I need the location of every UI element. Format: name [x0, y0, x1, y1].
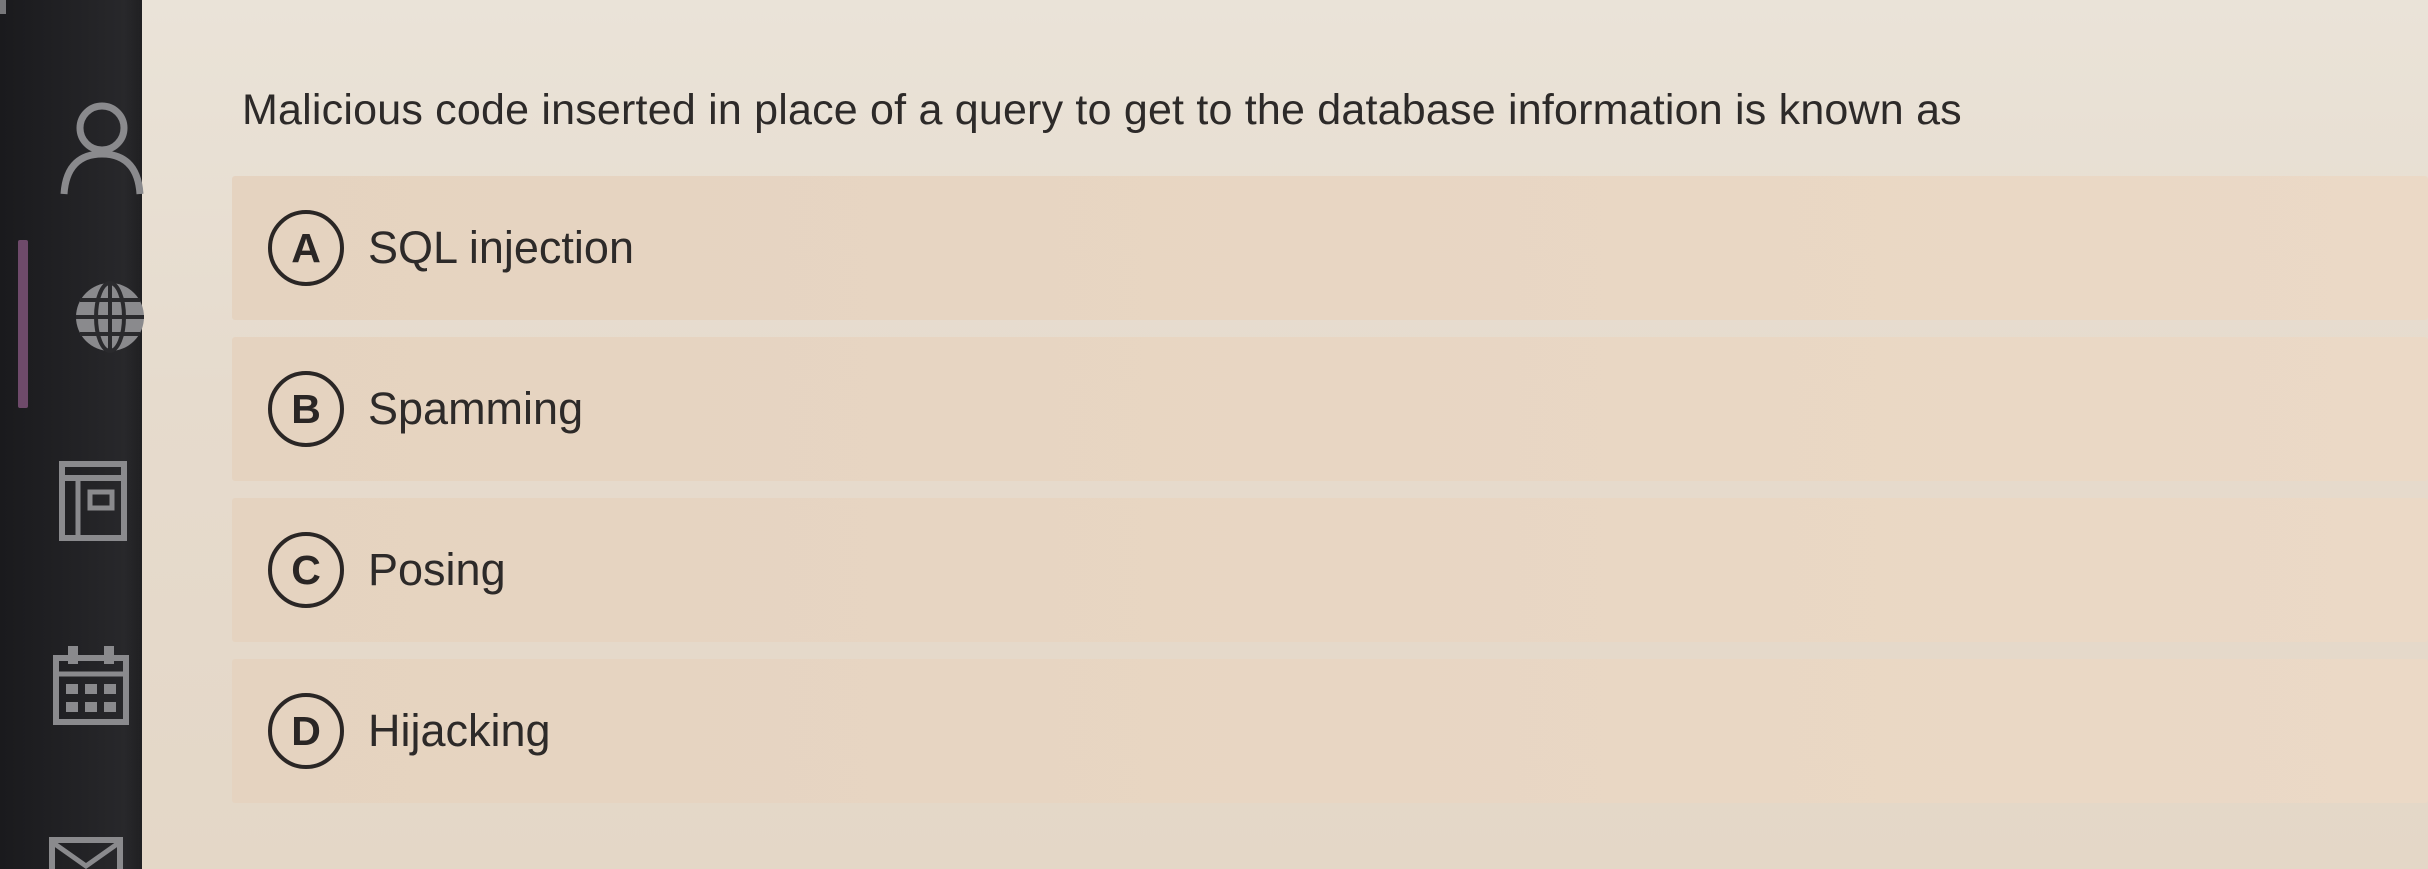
option-a[interactable]: A SQL injection	[232, 176, 2428, 320]
option-label: Posing	[368, 544, 506, 595]
option-label: Hijacking	[368, 705, 551, 756]
sidebar-item-layout[interactable]	[56, 456, 132, 546]
question-text: Malicious code inserted in place of a qu…	[242, 86, 1962, 134]
option-letter-badge: B	[268, 371, 344, 447]
sidebar-item-web[interactable]	[70, 272, 150, 362]
option-d[interactable]: D Hijacking	[232, 659, 2428, 803]
answer-options: A SQL injection B Spamming C Posing D Hi…	[232, 176, 2428, 803]
option-c[interactable]: C Posing	[232, 498, 2428, 642]
question-panel: Malicious code inserted in place of a qu…	[142, 0, 2428, 869]
sidebar-item-mail[interactable]	[48, 836, 124, 869]
person-icon	[56, 98, 146, 198]
sidebar-item-calendar[interactable]	[50, 640, 132, 730]
option-b[interactable]: B Spamming	[232, 337, 2428, 481]
quiz-app: Malicious code inserted in place of a qu…	[0, 0, 2428, 869]
mail-icon	[48, 836, 124, 869]
active-indicator	[18, 240, 28, 408]
sidebar-item-profile[interactable]	[56, 98, 146, 198]
option-letter-badge: D	[268, 693, 344, 769]
calendar-icon	[50, 640, 132, 730]
option-letter-badge: A	[268, 210, 344, 286]
option-label: SQL injection	[368, 222, 634, 273]
globe-icon	[70, 272, 150, 362]
option-label: Spamming	[368, 383, 584, 434]
sidebar-top-mark	[0, 0, 6, 14]
sidebar	[0, 0, 144, 869]
option-letter-badge: C	[268, 532, 344, 608]
panel-icon	[56, 456, 132, 546]
